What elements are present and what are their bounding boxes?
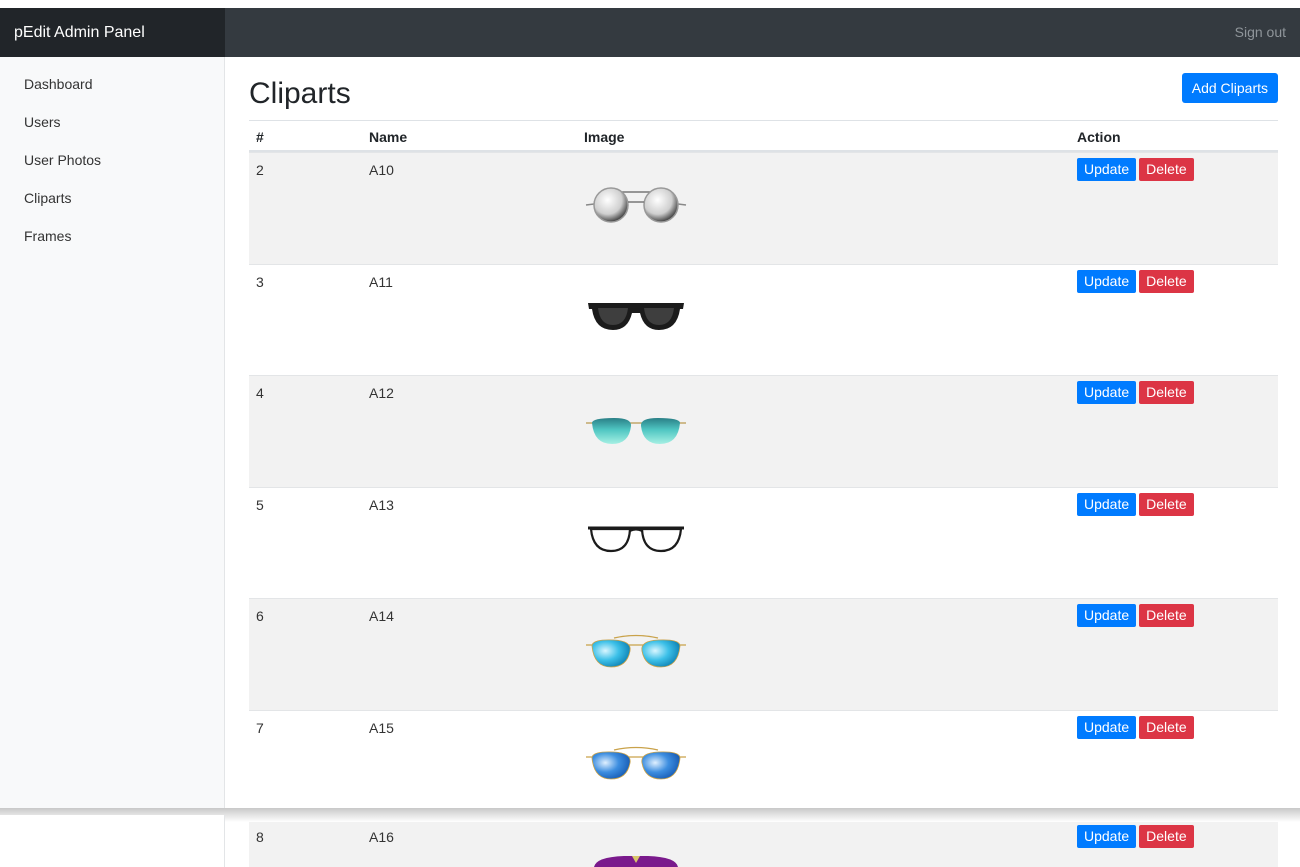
purple-sunglasses-icon [594,856,678,867]
table-row: 4 A12 Update Delete [249,375,1278,487]
top-navbar: pEdit Admin Panel Sign out [0,8,1300,57]
sidebar-item-user-photos[interactable]: User Photos [0,151,224,189]
update-button[interactable]: Update [1077,604,1137,627]
row-name: A16 [369,829,394,845]
update-button[interactable]: Update [1077,269,1137,293]
row-actions: Update Delete [1077,158,1197,181]
table-header: # Name Image Action [249,121,1278,152]
delete-button[interactable]: Delete [1139,825,1194,848]
delete-button[interactable]: Delete [1139,715,1194,739]
delete-button[interactable]: Delete [1139,158,1194,181]
row-name: A11 [369,273,393,290]
table-row: 7 A15 Update Delete [249,709,1278,822]
black-wayfarer-sunglasses-icon [588,302,684,330]
update-button[interactable]: Update [1077,381,1137,404]
sidebar-item-frames[interactable]: Frames [0,227,224,265]
sidebar-item-dashboard[interactable]: Dashboard [0,75,224,113]
column-header-name: Name [369,129,408,145]
row-id: 6 [256,608,264,624]
delete-button[interactable]: Delete [1139,269,1194,293]
row-name: A13 [369,496,394,513]
row-id: 2 [256,162,264,178]
row-id: 7 [256,719,264,736]
row-name: A14 [369,608,394,624]
sidebar-item-users[interactable]: Users [0,113,224,151]
row-id: 5 [256,496,264,513]
row-name: A10 [369,162,394,178]
blue-aviator-sunglasses-icon [586,634,686,668]
round-mirror-sunglasses-icon [585,187,687,223]
row-name: A15 [369,719,394,736]
column-header-image: Image [584,129,625,145]
table-row: 3 A11 Update Delete [249,263,1278,376]
row-id: 3 [256,273,264,290]
column-header-number: # [256,129,264,145]
delete-button[interactable]: Delete [1139,381,1194,404]
row-actions: Update Delete [1077,381,1197,404]
sidebar-lower [0,815,225,867]
add-cliparts-button[interactable]: Add Cliparts [1181,73,1278,103]
delete-button[interactable]: Delete [1139,604,1194,627]
sign-out-link[interactable]: Sign out [1235,8,1286,57]
row-name: A12 [369,385,394,401]
column-header-action: Action [1077,129,1121,145]
row-id: 4 [256,385,264,401]
row-actions: Update Delete [1077,492,1197,516]
update-button[interactable]: Update [1077,715,1137,739]
sidebar-item-cliparts[interactable]: Cliparts [0,189,224,227]
brand-title[interactable]: pEdit Admin Panel [0,8,225,57]
update-button[interactable]: Update [1077,492,1137,516]
table-row: 2 A10 Update Delete [249,152,1278,264]
cliparts-table: # Name Image Action 2 A10 UpdateDelete [249,120,1278,821]
blue-aviator-sunglasses-icon [586,746,686,779]
table-row: 8 A16 Update Delete [249,822,1278,867]
table-row: 5 A13 Update Delete [249,486,1278,599]
update-button[interactable]: Update [1077,825,1137,848]
row-actions: Update Delete [1077,825,1197,848]
table-row: 6 A14 Update Delete [249,598,1278,710]
teal-aviator-sunglasses-icon [586,418,686,444]
row-id: 8 [256,829,264,845]
row-actions: Update Delete [1077,715,1197,739]
sidebar: Dashboard Users User Photos Cliparts Fra… [0,57,225,810]
update-button[interactable]: Update [1077,158,1137,181]
row-actions: Update Delete [1077,604,1197,627]
page-title: Cliparts [249,77,351,110]
delete-button[interactable]: Delete [1139,492,1194,516]
row-actions: Update Delete [1077,269,1197,293]
clear-rectangle-glasses-icon [588,526,684,552]
